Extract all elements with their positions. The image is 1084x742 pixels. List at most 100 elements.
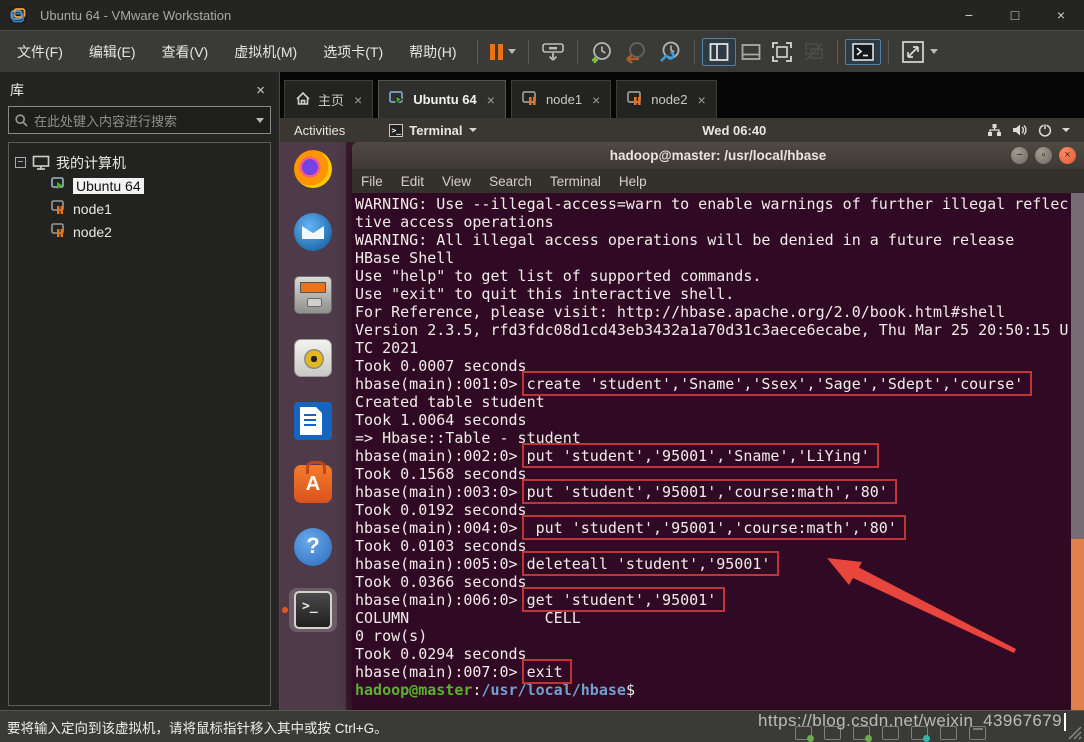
text-caret xyxy=(1064,713,1066,731)
tab-node1[interactable]: node1 × xyxy=(511,80,611,118)
terminal-line: COLUMN CELL xyxy=(355,609,1070,627)
menu-item-4[interactable]: 选项卡(T) xyxy=(310,36,396,68)
software-icon xyxy=(294,465,332,503)
prompt-path: /usr/local/hbase xyxy=(481,681,626,699)
pause-vm-button[interactable] xyxy=(485,41,521,63)
dock-item-rhythmbox[interactable] xyxy=(289,336,337,380)
manage-snapshots-button[interactable] xyxy=(653,37,687,67)
terminal-scrollbar[interactable] xyxy=(1071,193,1084,710)
minimize-button[interactable]: − xyxy=(946,0,992,30)
menu-item-2[interactable]: 查看(V) xyxy=(149,36,222,68)
power-icon xyxy=(1038,123,1052,137)
dock-item-writer[interactable] xyxy=(289,399,337,443)
tab-close-button[interactable]: × xyxy=(592,92,600,108)
system-tray[interactable] xyxy=(987,123,1070,137)
tree-item-ubuntu-64[interactable]: Ubuntu 64 xyxy=(15,174,264,197)
close-button[interactable]: × xyxy=(1038,0,1084,30)
terminal-menu-search[interactable]: Search xyxy=(480,174,541,189)
tree-item-node2[interactable]: node2 xyxy=(15,220,264,243)
terminal-line: TC 2021 xyxy=(355,339,1070,357)
csdn-watermark: https://blog.csdn.net/weixin_43967679 xyxy=(758,711,1066,731)
dock-item-help[interactable] xyxy=(289,525,337,569)
dock-item-terminal[interactable] xyxy=(289,588,337,632)
tab-ubuntu-64[interactable]: Ubuntu 64× xyxy=(378,80,506,118)
tab-label: node1 xyxy=(546,92,582,107)
terminal-maximize-button[interactable]: ▫ xyxy=(1035,147,1052,164)
dock-item-files[interactable] xyxy=(289,273,337,317)
resize-grip[interactable] xyxy=(1068,726,1082,740)
revert-snapshot-button[interactable] xyxy=(619,37,653,67)
terminal-line: tive access operations xyxy=(355,213,1070,231)
terminal-line: Took 1.0064 seconds xyxy=(355,411,1070,429)
tree-root-my-computer[interactable]: − 我的计算机 xyxy=(15,151,264,174)
thumbnail-bar-icon xyxy=(741,42,761,62)
terminal-mini-icon: >_ xyxy=(389,124,403,137)
collapse-icon[interactable]: − xyxy=(15,157,26,168)
toggle-thumbnail-bar-button[interactable] xyxy=(736,39,766,65)
tree-item-label: node1 xyxy=(73,201,112,217)
toolbar-separator xyxy=(888,40,889,64)
maximize-button[interactable]: □ xyxy=(992,0,1038,30)
menu-item-0[interactable]: 文件(F) xyxy=(4,36,76,68)
scrollbar-thumb[interactable] xyxy=(1071,539,1084,710)
library-search-input[interactable]: 在此处键入内容进行搜索 xyxy=(8,106,271,134)
focused-app-menu[interactable]: >_ Terminal xyxy=(389,123,476,138)
vm-paused-icon xyxy=(627,91,644,109)
revert-clock-icon xyxy=(624,40,648,64)
send-ctrl-alt-del-button[interactable] xyxy=(536,38,570,66)
annotated-command: put 'student','95001','course:math','80' xyxy=(527,483,888,501)
terminal-window: hadoop@master: /usr/local/hbase − ▫ × Fi… xyxy=(352,142,1084,710)
toggle-library-button[interactable] xyxy=(702,38,736,66)
tab-close-button[interactable]: × xyxy=(487,92,495,108)
vm-tab-bar: 主页×Ubuntu 64×node1×node2× xyxy=(280,72,1084,118)
terminal-menu-file[interactable]: File xyxy=(352,174,392,189)
terminal-line: Created table student xyxy=(355,393,1070,411)
search-icon xyxy=(15,114,28,127)
terminal-line: hbase(main):007:0> exit xyxy=(355,663,1070,681)
terminal-line: Took 0.0007 seconds xyxy=(355,357,1070,375)
terminal-menu-edit[interactable]: Edit xyxy=(392,174,433,189)
dock-item-app-grid[interactable] xyxy=(289,651,337,695)
tree-root-label: 我的计算机 xyxy=(56,153,126,173)
dock-item-firefox[interactable] xyxy=(289,147,337,191)
terminal-body[interactable]: WARNING: Use --illegal-access=warn to en… xyxy=(352,193,1084,710)
ubuntu-desktop: hadoop@master: /usr/local/hbase − ▫ × Fi… xyxy=(280,142,1084,710)
terminal-menu-terminal[interactable]: Terminal xyxy=(541,174,610,189)
terminal-close-button[interactable]: × xyxy=(1059,147,1076,164)
unity-mode-icon xyxy=(803,41,825,63)
tab-主页[interactable]: 主页× xyxy=(284,80,373,118)
clock[interactable]: Wed 06:40 xyxy=(702,123,766,138)
dock-item-thunderbird[interactable] xyxy=(289,210,337,254)
terminal-icon xyxy=(294,591,332,629)
snapshot-manager-icon xyxy=(658,40,682,64)
tab-node2[interactable]: node2× xyxy=(616,80,716,118)
menu-item-5[interactable]: 帮助(H) xyxy=(396,36,469,68)
chevron-down-icon xyxy=(1062,128,1070,132)
terminal-menu-help[interactable]: Help xyxy=(610,174,656,189)
terminal-menu-view[interactable]: View xyxy=(433,174,480,189)
tab-close-button[interactable]: × xyxy=(354,92,362,108)
chevron-down-icon xyxy=(256,118,264,123)
stretch-icon xyxy=(901,40,925,64)
vm-running-icon xyxy=(51,177,67,195)
terminal-output: WARNING: Use --illegal-access=warn to en… xyxy=(355,195,1070,710)
thunderbird-icon xyxy=(294,213,332,251)
terminal-titlebar[interactable]: hadoop@master: /usr/local/hbase − ▫ × xyxy=(352,142,1084,169)
chevron-down-icon xyxy=(930,49,938,54)
console-view-button[interactable] xyxy=(845,39,881,65)
tab-close-button[interactable]: × xyxy=(697,92,705,108)
terminal-line: 0 row(s) xyxy=(355,627,1070,645)
fullscreen-button[interactable] xyxy=(766,38,798,66)
dock-item-software[interactable] xyxy=(289,462,337,506)
tree-item-node1[interactable]: node1 xyxy=(15,197,264,220)
vm-running-icon xyxy=(389,91,406,109)
stretch-guest-button[interactable] xyxy=(896,37,943,67)
menu-item-3[interactable]: 虚拟机(M) xyxy=(221,36,310,68)
library-close-button[interactable]: × xyxy=(252,82,269,99)
snapshot-clock-icon xyxy=(590,40,614,64)
terminal-minimize-button[interactable]: − xyxy=(1011,147,1028,164)
library-title: 库 xyxy=(10,80,252,100)
activities-button[interactable]: Activities xyxy=(294,123,345,138)
menu-item-1[interactable]: 编辑(E) xyxy=(76,36,149,68)
take-snapshot-button[interactable] xyxy=(585,37,619,67)
